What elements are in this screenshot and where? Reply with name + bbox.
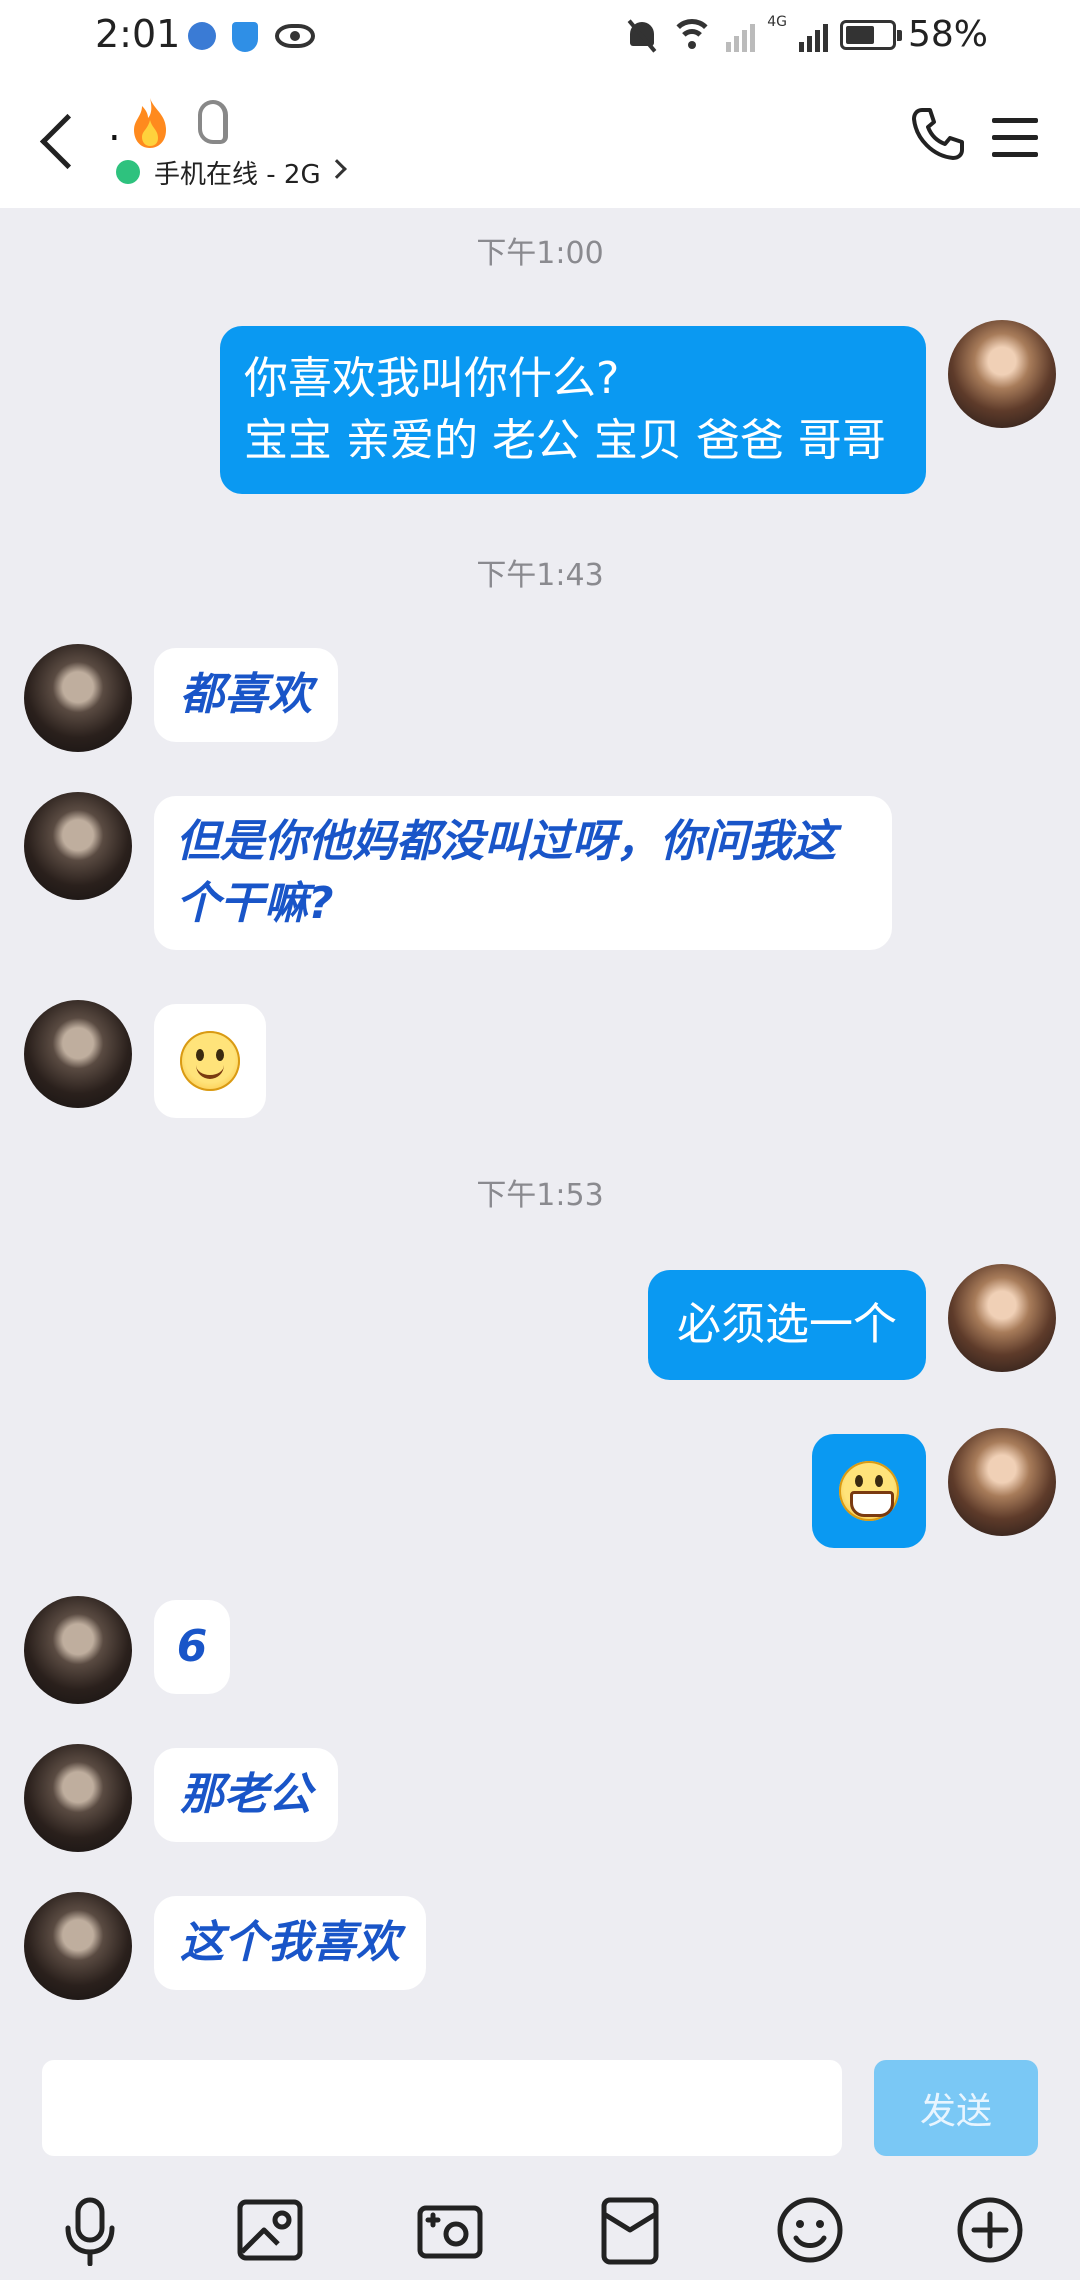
timestamp: 下午1:53 xyxy=(476,1178,604,1213)
contact-avatar[interactable] xyxy=(24,1000,132,1108)
signal-sim1-icon xyxy=(726,18,756,52)
message-bubble-received[interactable]: 那老公 xyxy=(154,1748,338,1842)
contact-avatar[interactable] xyxy=(24,1744,132,1852)
contact-avatar[interactable] xyxy=(24,644,132,752)
grin-emoji-icon xyxy=(839,1461,899,1521)
message-text: 6 xyxy=(176,1621,208,1672)
microphone-icon[interactable] xyxy=(54,2194,126,2266)
flame-icon xyxy=(134,98,166,148)
composer: 发送 xyxy=(0,2044,1080,2280)
my-avatar[interactable] xyxy=(948,1428,1056,1536)
contact-name[interactable]: . xyxy=(108,104,121,150)
phone-icon[interactable] xyxy=(908,104,968,164)
wifi-icon xyxy=(670,17,715,53)
contact-avatar[interactable] xyxy=(24,1892,132,2000)
message-bubble-received[interactable]: 6 xyxy=(154,1600,230,1694)
message-bubble-sent[interactable]: 必须选一个 xyxy=(648,1270,926,1380)
smile-emoji-icon xyxy=(180,1031,240,1091)
network-type: 4G xyxy=(767,14,787,30)
message-bubble-received[interactable] xyxy=(154,1004,266,1118)
send-button[interactable]: 发送 xyxy=(874,2060,1038,2156)
eye-icon xyxy=(275,24,315,48)
shield-icon xyxy=(232,22,258,52)
image-icon[interactable] xyxy=(234,2194,306,2266)
status-time: 2:01 xyxy=(95,12,181,56)
message-bubble-sent[interactable]: 你喜欢我叫你什么? 宝宝 亲爱的 老公 宝贝 爸爸 哥哥 xyxy=(220,326,926,494)
emoji-icon[interactable] xyxy=(774,2194,846,2266)
status-indicators: 4G 58% xyxy=(626,14,988,55)
battery-percent: 58% xyxy=(907,14,988,55)
my-avatar[interactable] xyxy=(948,1264,1056,1372)
status-bar: 2:01 4G 58% xyxy=(0,0,1080,74)
message-text: 个干嘛? xyxy=(176,878,334,929)
chat-header: . 手机在线 - 2G xyxy=(0,74,1080,208)
message-text: 宝宝 亲爱的 老公 宝贝 爸爸 哥哥 xyxy=(244,415,886,466)
timestamp: 下午1:43 xyxy=(476,558,604,593)
back-icon[interactable] xyxy=(34,110,78,170)
message-text: 那老公 xyxy=(180,1769,312,1820)
my-avatar[interactable] xyxy=(948,320,1056,428)
mute-icon xyxy=(626,18,658,52)
message-bubble-received[interactable]: 但是你他妈都没叫过呀，你问我这 个干嘛? xyxy=(154,796,892,950)
online-status-dot xyxy=(116,160,140,184)
contact-avatar[interactable] xyxy=(24,1596,132,1704)
message-bubble-sent[interactable] xyxy=(812,1434,926,1548)
message-text: 必须选一个 xyxy=(677,1299,897,1350)
battery-icon xyxy=(839,19,902,50)
timestamp: 下午1:00 xyxy=(476,236,604,271)
composer-toolbar xyxy=(0,2194,1080,2280)
message-bubble-received[interactable]: 这个我喜欢 xyxy=(154,1896,426,1990)
message-input[interactable] xyxy=(42,2060,842,2156)
online-status-text[interactable]: 手机在线 - 2G xyxy=(154,154,321,191)
message-text: 你喜欢我叫你什么? xyxy=(244,353,620,404)
message-text: 但是你他妈都没叫过呀，你问我这 xyxy=(176,816,836,867)
ear-icon xyxy=(198,100,228,144)
message-text: 这个我喜欢 xyxy=(180,1917,400,1968)
message-text: 都喜欢 xyxy=(180,669,312,720)
plus-circle-icon[interactable] xyxy=(954,2194,1026,2266)
message-list[interactable]: 下午1:00 你喜欢我叫你什么? 宝宝 亲爱的 老公 宝贝 爸爸 哥哥 下午1:… xyxy=(0,208,1080,2044)
camera-icon[interactable] xyxy=(414,2194,486,2266)
menu-icon[interactable] xyxy=(992,118,1038,158)
message-bubble-received[interactable]: 都喜欢 xyxy=(154,648,338,742)
contact-avatar[interactable] xyxy=(24,792,132,900)
signal-sim2-icon xyxy=(798,18,828,52)
chevron-right-icon[interactable] xyxy=(327,159,347,179)
red-packet-icon[interactable] xyxy=(594,2194,666,2266)
browser-icon xyxy=(188,22,216,50)
